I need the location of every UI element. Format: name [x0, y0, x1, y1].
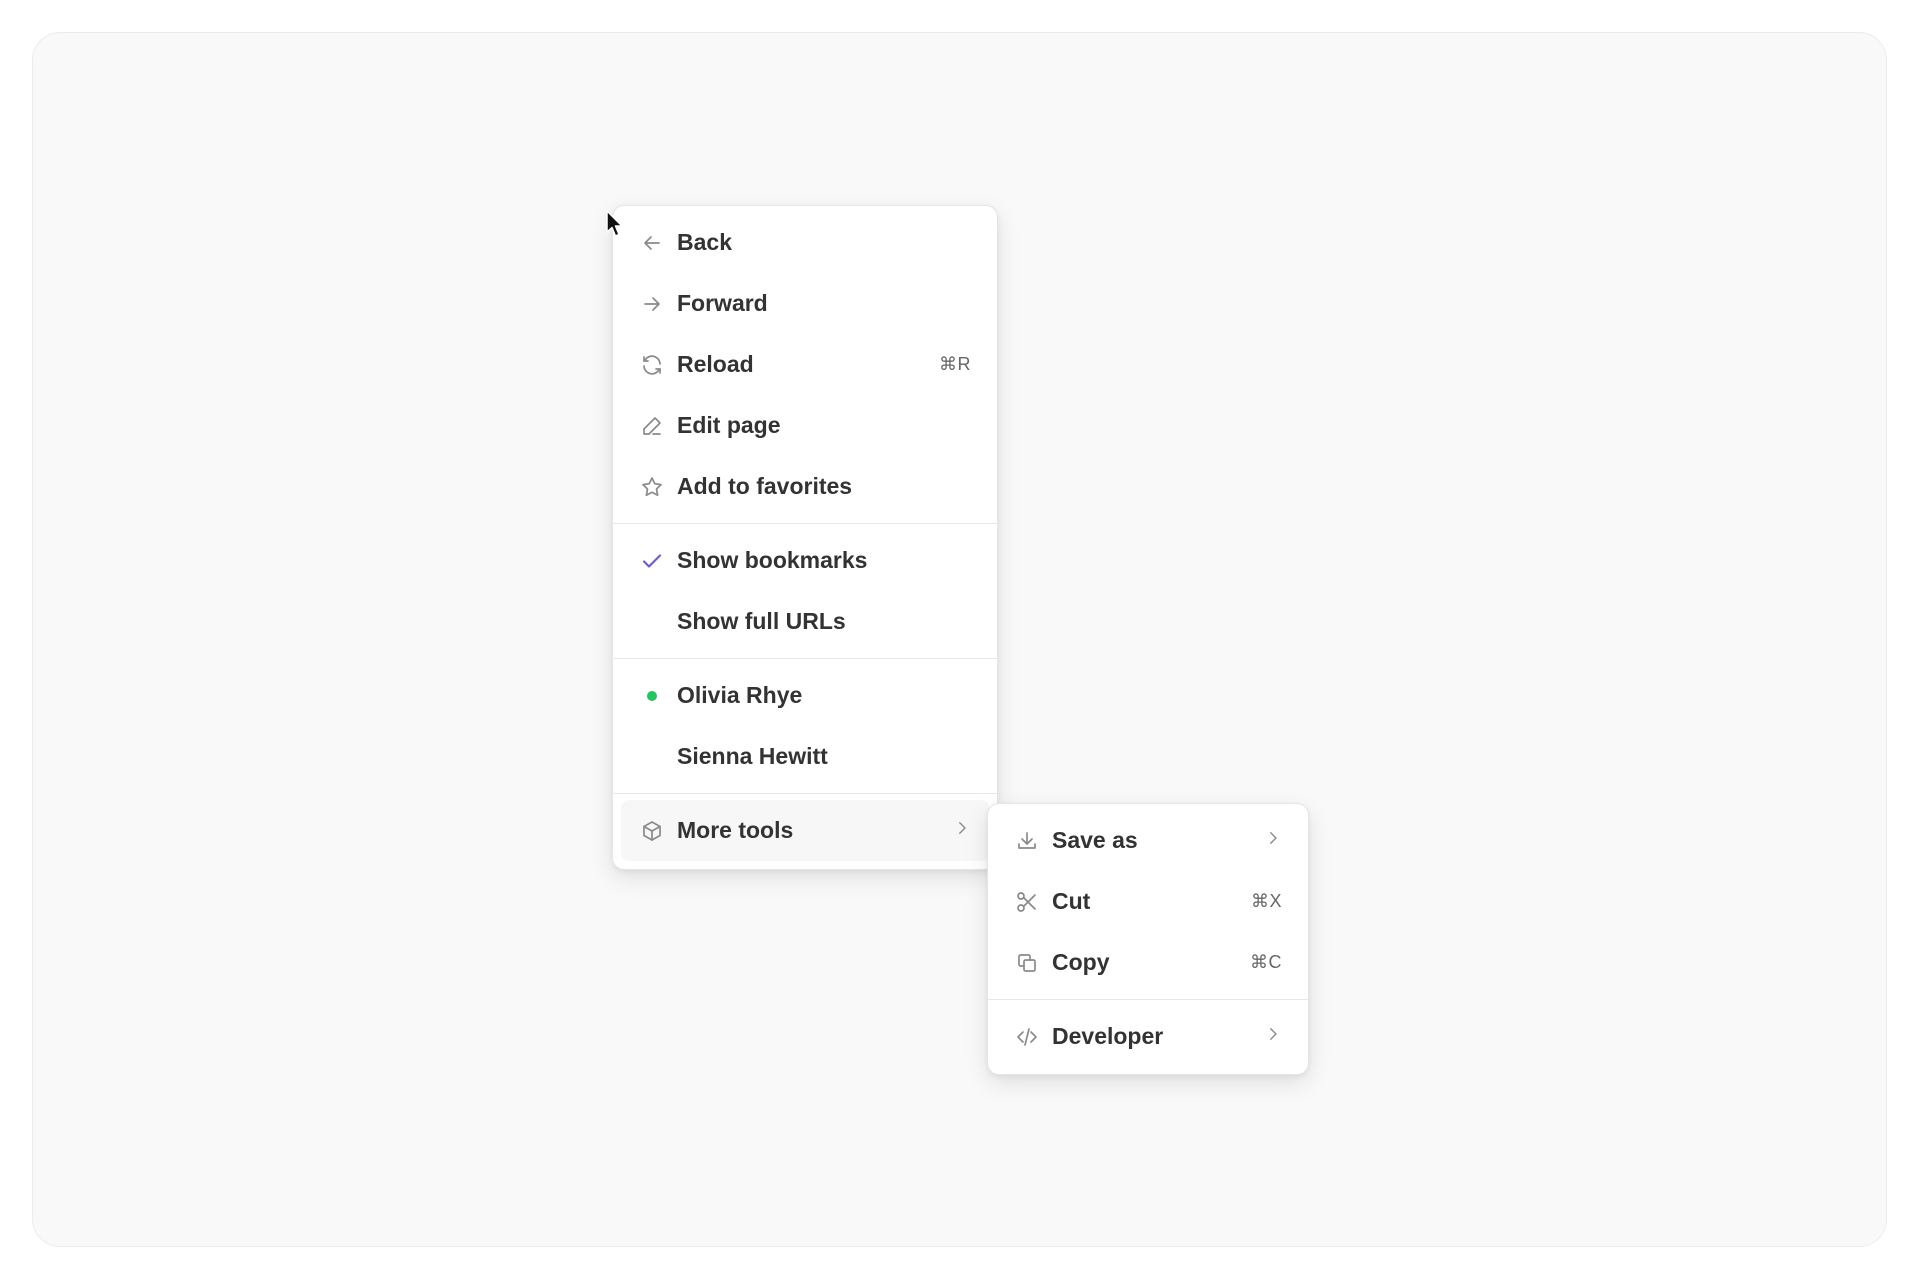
- empty-dot-slot: [639, 744, 665, 770]
- menu-divider: [613, 793, 997, 794]
- menu-item-label: More tools: [677, 817, 794, 843]
- menu-item-label: Add to favorites: [677, 473, 853, 499]
- menu-item-more-tools[interactable]: More tools: [621, 800, 989, 861]
- copy-icon: [1014, 950, 1040, 976]
- menu-item-label: Cut: [1052, 888, 1091, 914]
- shortcut-hint: ⌘R: [939, 354, 971, 374]
- shortcut-hint: ⌘X: [1250, 891, 1282, 911]
- menu-item-edit-page[interactable]: Edit page: [613, 395, 997, 456]
- menu-item-label: Edit page: [677, 412, 781, 438]
- menu-item-label: Show full URLs: [677, 608, 846, 634]
- arrow-left-icon: [639, 230, 665, 256]
- scissors-icon: [1014, 889, 1040, 915]
- menu-item-back[interactable]: Back: [613, 212, 997, 273]
- menu-item-label: Olivia Rhye: [677, 682, 803, 708]
- menu-item-label: Forward: [677, 290, 768, 316]
- menu-item-add-to-favorites[interactable]: Add to favorites: [613, 456, 997, 517]
- menu-item-label: Show bookmarks: [677, 547, 868, 573]
- menu-divider: [613, 523, 997, 524]
- menu-item-reload[interactable]: Reload ⌘R: [613, 334, 997, 395]
- user-item-olivia-rhye[interactable]: Olivia Rhye: [613, 665, 997, 726]
- toggle-show-bookmarks[interactable]: Show bookmarks: [613, 530, 997, 591]
- user-item-sienna-hewitt[interactable]: Sienna Hewitt: [613, 726, 997, 787]
- chevron-right-icon: [1264, 1025, 1282, 1048]
- menu-item-label: Developer: [1052, 1023, 1164, 1049]
- menu-item-label: Back: [677, 229, 732, 255]
- menu-divider: [613, 658, 997, 659]
- submenu-more-tools: Save as Cut ⌘X Copy ⌘C Developer: [987, 803, 1309, 1075]
- menu-item-forward[interactable]: Forward: [613, 273, 997, 334]
- menu-item-save-as[interactable]: Save as: [988, 810, 1308, 871]
- menu-item-cut[interactable]: Cut ⌘X: [988, 871, 1308, 932]
- menu-item-label: Save as: [1052, 827, 1138, 853]
- code-icon: [1014, 1024, 1040, 1050]
- menu-item-copy[interactable]: Copy ⌘C: [988, 932, 1308, 993]
- online-dot-icon: [639, 683, 665, 709]
- menu-item-label: Reload: [677, 351, 754, 377]
- refresh-icon: [639, 352, 665, 378]
- shortcut-hint: ⌘C: [1250, 952, 1282, 972]
- box-icon: [639, 818, 665, 844]
- arrow-right-icon: [639, 291, 665, 317]
- pencil-icon: [639, 413, 665, 439]
- menu-divider: [988, 999, 1308, 1000]
- menu-item-label: Sienna Hewitt: [677, 743, 828, 769]
- chevron-right-icon: [1264, 829, 1282, 852]
- mouse-cursor-icon: [606, 210, 623, 237]
- download-icon: [1014, 828, 1040, 854]
- menu-item-label: Copy: [1052, 949, 1110, 975]
- empty-check-slot: [639, 609, 665, 635]
- check-icon: [639, 548, 665, 574]
- chevron-right-icon: [953, 819, 971, 842]
- toggle-show-full-urls[interactable]: Show full URLs: [613, 591, 997, 652]
- context-menu: Back Forward Reload ⌘R Edit page Add to …: [612, 205, 998, 870]
- menu-item-developer[interactable]: Developer: [988, 1006, 1308, 1067]
- star-icon: [639, 474, 665, 500]
